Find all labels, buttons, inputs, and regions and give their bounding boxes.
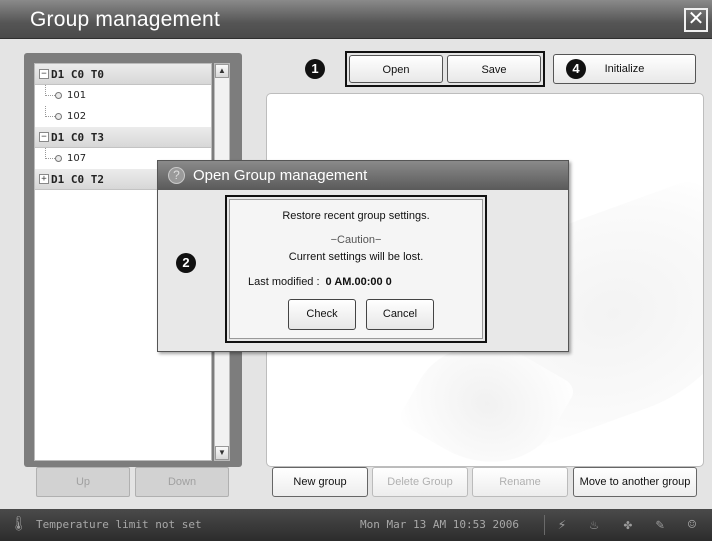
restore-message: Restore recent group settings. (282, 210, 430, 222)
dialog-content: Restore recent group settings. −Caution−… (229, 199, 483, 339)
close-icon: ✕ (687, 8, 705, 30)
fan-icon[interactable]: ✤ (618, 515, 638, 535)
dialog-title-bar: ? Open Group management (158, 161, 568, 190)
tree-group-label: D1 C0 T0 (51, 68, 104, 81)
scroll-down-icon[interactable]: ▼ (215, 446, 229, 460)
initialize-label: Initialize (604, 63, 645, 75)
last-modified: Last modified : 0 AM.00:00 0 (248, 276, 392, 288)
callout-2-badge: 2 (176, 253, 196, 273)
up-button[interactable]: Up (36, 467, 130, 497)
open-group-dialog: ? Open Group management 2 Restore recent… (157, 160, 569, 352)
thermometer-icon: 🌡 (10, 516, 28, 532)
user-icon[interactable]: ☺ (682, 515, 702, 535)
collapse-icon[interactable]: − (39, 132, 49, 142)
delete-group-button[interactable]: Delete Group (372, 467, 468, 497)
close-button[interactable]: ✕ (684, 8, 708, 32)
caution-label: −Caution− (330, 234, 382, 246)
expand-icon[interactable]: + (39, 174, 49, 184)
tree-connector (45, 148, 55, 159)
tree-group-d1c0t3[interactable]: − D1 C0 T3 (35, 127, 211, 148)
tree-leaf-label: 107 (67, 153, 87, 164)
tree-group-d1c0t0[interactable]: − D1 C0 T0 (35, 64, 211, 85)
tree-leaf-label: 101 (67, 90, 87, 101)
warning-message: Current settings will be lost. (288, 251, 424, 263)
tree-group-label: D1 C0 T3 (51, 131, 104, 144)
rename-button[interactable]: Rename (472, 467, 568, 497)
dialog-content-outline: Restore recent group settings. −Caution−… (225, 195, 487, 343)
callout-4-badge: 4 (566, 59, 586, 79)
tree-leaf-101[interactable]: 101 (35, 85, 211, 106)
check-button[interactable]: Check (288, 299, 356, 330)
lightning-icon[interactable]: ⚡ (552, 515, 572, 535)
title-bar: Group management ✕ (0, 0, 712, 39)
tree-leaf-label: 102 (67, 111, 87, 122)
cancel-button[interactable]: Cancel (366, 299, 434, 330)
tree-group-label: D1 C0 T2 (51, 173, 104, 186)
unit-icon (55, 155, 62, 162)
save-button[interactable]: Save (447, 55, 541, 83)
flame-icon[interactable]: ♨ (584, 515, 604, 535)
unit-icon (55, 92, 62, 99)
open-button[interactable]: Open (349, 55, 443, 83)
broom-icon[interactable]: ✎ (650, 515, 670, 535)
help-icon: ? (168, 167, 185, 184)
app-window: Group management ✕ − D1 C0 T0 101 102 − … (0, 0, 712, 541)
down-button[interactable]: Down (135, 467, 229, 497)
status-bar: 🌡 Temperature limit not set Mon Mar 13 A… (0, 509, 712, 541)
tree-connector (45, 106, 55, 117)
tree-leaf-102[interactable]: 102 (35, 106, 211, 127)
new-group-button[interactable]: New group (272, 467, 368, 497)
last-modified-label: Last modified : (248, 276, 320, 288)
unit-icon (55, 113, 62, 120)
status-divider (544, 515, 545, 535)
last-modified-value: 0 AM.00:00 0 (325, 276, 392, 288)
scroll-up-icon[interactable]: ▲ (215, 64, 229, 78)
status-text: Temperature limit not set (36, 518, 202, 531)
dialog-title: Open Group management (193, 167, 368, 184)
collapse-icon[interactable]: − (39, 69, 49, 79)
callout-1-badge: 1 (305, 59, 325, 79)
datetime: Mon Mar 13 AM 10:53 2006 (360, 518, 519, 531)
move-to-group-button[interactable]: Move to another group (573, 467, 697, 497)
window-title: Group management (30, 8, 220, 31)
tree-connector (45, 85, 55, 96)
